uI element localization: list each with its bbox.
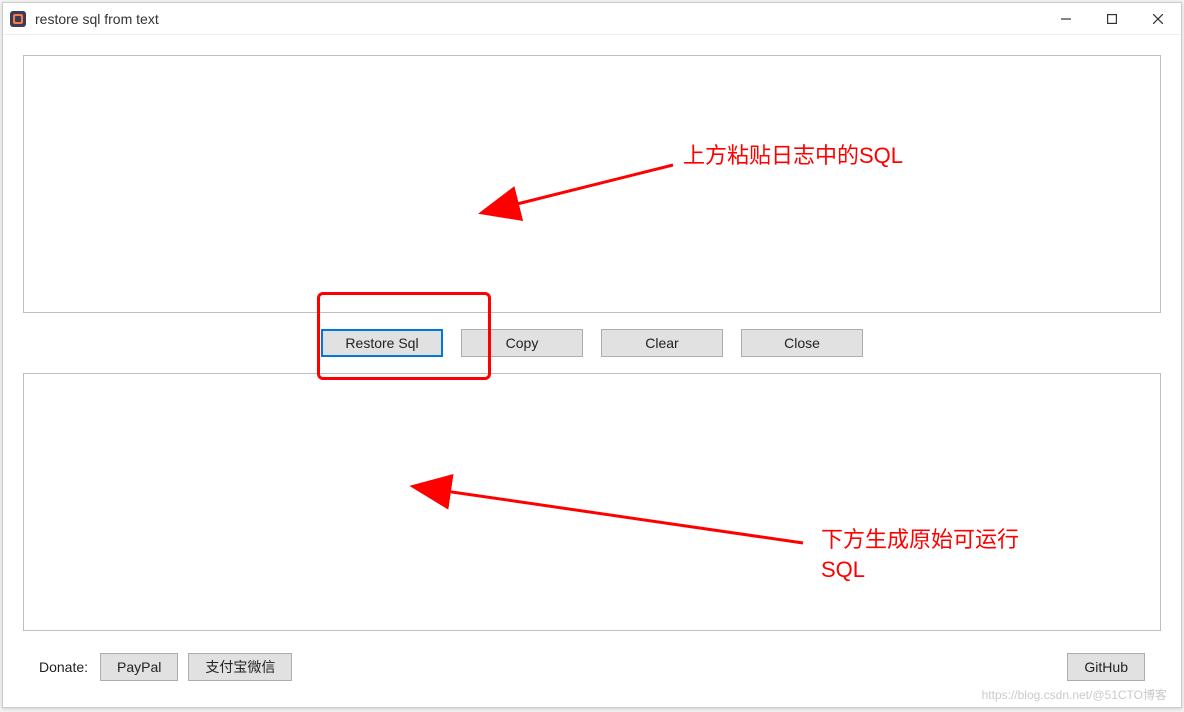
title-bar: restore sql from text bbox=[3, 3, 1181, 35]
window-title: restore sql from text bbox=[35, 11, 1043, 27]
donate-label: Donate: bbox=[39, 659, 88, 675]
action-button-row: Restore Sql Copy Clear Close bbox=[23, 325, 1161, 361]
input-sql-textarea[interactable] bbox=[23, 55, 1161, 313]
paypal-button[interactable]: PayPal bbox=[100, 653, 178, 681]
restore-sql-button[interactable]: Restore Sql bbox=[321, 329, 443, 357]
footer-bar: Donate: PayPal 支付宝微信 GitHub bbox=[23, 643, 1161, 693]
maximize-button[interactable] bbox=[1089, 3, 1135, 34]
app-icon bbox=[9, 10, 27, 28]
clear-button[interactable]: Clear bbox=[601, 329, 723, 357]
close-button[interactable]: Close bbox=[741, 329, 863, 357]
alipay-wechat-button[interactable]: 支付宝微信 bbox=[188, 653, 292, 681]
minimize-button[interactable] bbox=[1043, 3, 1089, 34]
output-sql-textarea[interactable] bbox=[23, 373, 1161, 631]
window-controls bbox=[1043, 3, 1181, 34]
github-button[interactable]: GitHub bbox=[1067, 653, 1145, 681]
copy-button[interactable]: Copy bbox=[461, 329, 583, 357]
close-window-button[interactable] bbox=[1135, 3, 1181, 34]
content-area: Restore Sql Copy Clear Close Donate: Pay… bbox=[3, 35, 1181, 707]
app-window: restore sql from text Restore Sql Copy C… bbox=[2, 2, 1182, 708]
